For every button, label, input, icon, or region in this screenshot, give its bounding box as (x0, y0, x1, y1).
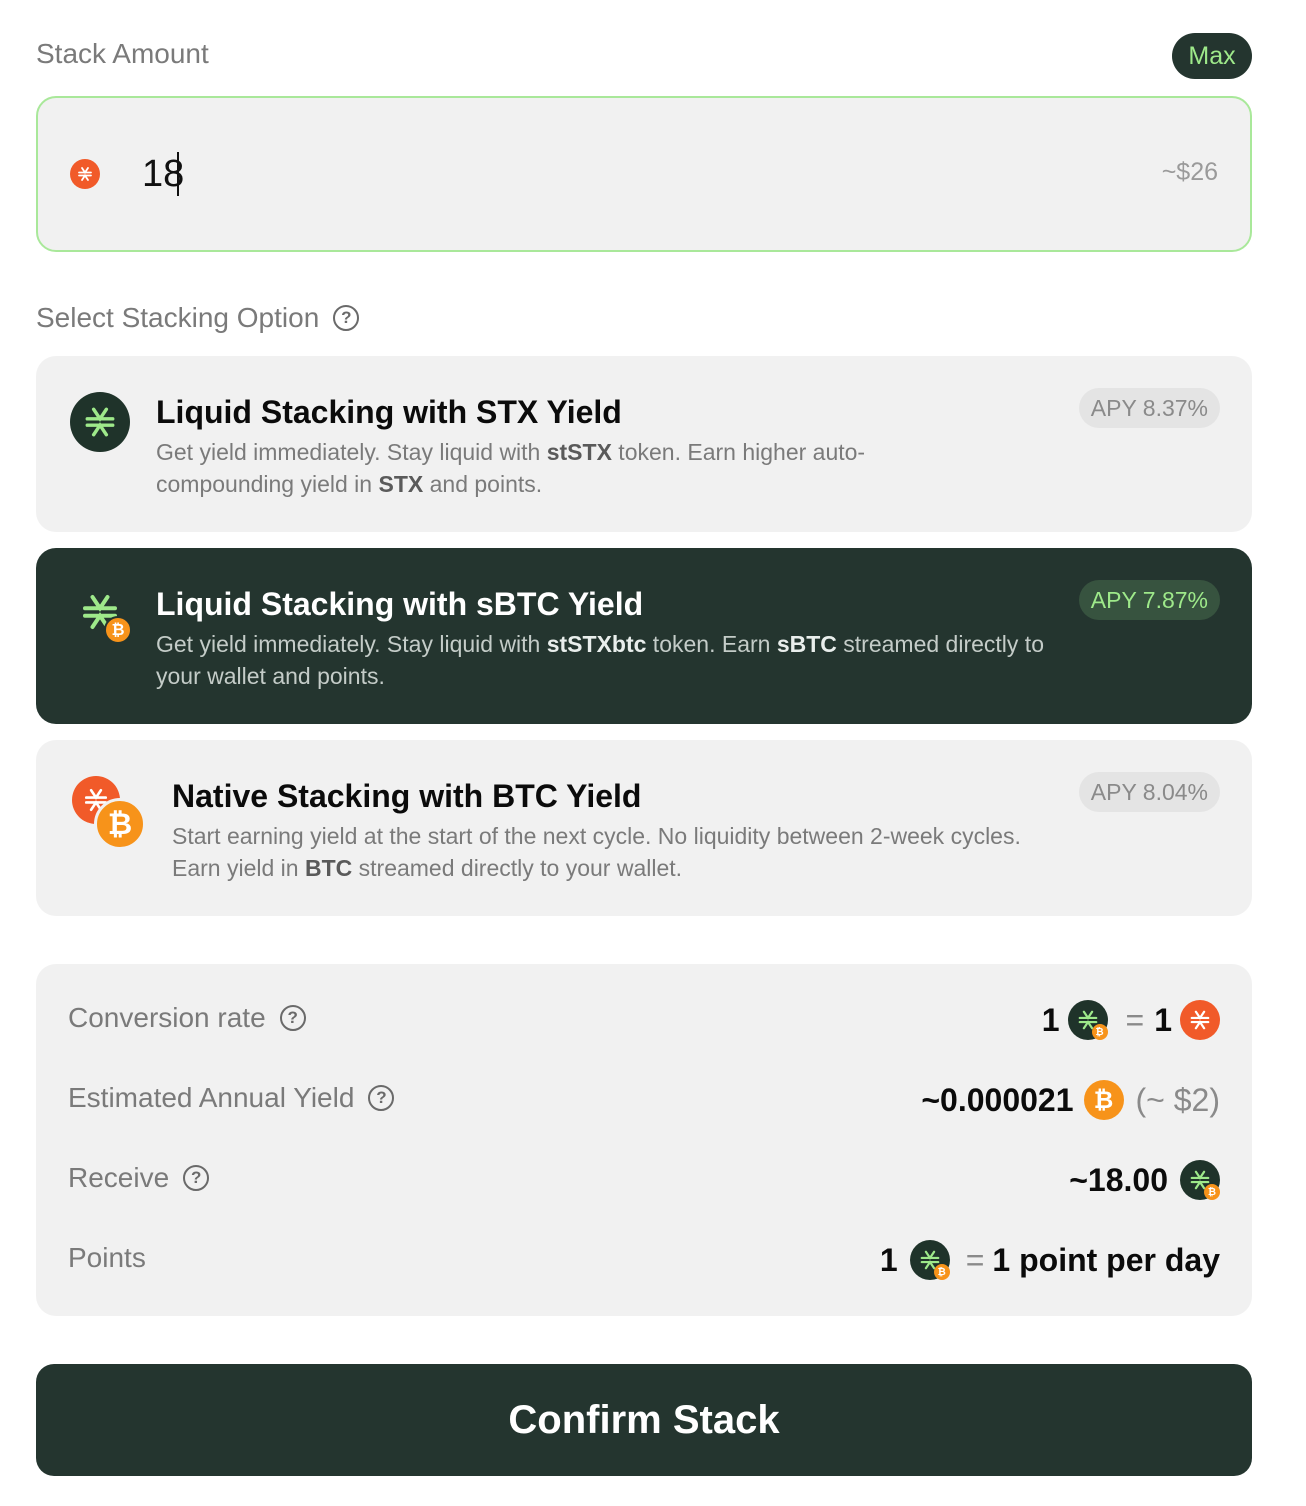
confirm-stack-button[interactable]: Confirm Stack (36, 1364, 1252, 1476)
points-label: Points (68, 1242, 146, 1273)
stack-amount-label: Stack Amount (36, 38, 209, 69)
help-icon[interactable] (183, 1165, 210, 1191)
amount-input[interactable] (142, 150, 842, 198)
option-description: Start earning yield at the start of the … (172, 823, 1021, 881)
stx-icon (70, 159, 100, 189)
btc-icon: ₿ (94, 798, 146, 850)
option-title: Liquid Stacking with STX Yield (156, 394, 622, 430)
annual-yield-value: ~0.000021 ₿ (~ $2) (921, 1080, 1220, 1120)
ststxbtc-icon: ₿ (1067, 1000, 1108, 1040)
ststxbtc-icon: ₿ (909, 1240, 950, 1280)
max-button[interactable]: Max (1172, 33, 1252, 79)
btc-icon: ₿ (104, 616, 132, 644)
conversion-rate-label: Conversion rate (68, 1002, 306, 1034)
conversion-rate-value: 1 ₿ = 1 (1042, 1000, 1220, 1040)
option-liquid-sbtc-yield[interactable]: ₿ Liquid Stacking with sBTC Yield APY 7.… (36, 548, 1252, 724)
help-icon[interactable] (368, 1085, 395, 1111)
amount-input-box[interactable]: ~$26 (36, 96, 1252, 252)
points-value: 1 ₿ = 1 point per day (880, 1240, 1220, 1280)
btc-icon: ₿ (1083, 1080, 1124, 1120)
help-icon[interactable] (279, 1005, 306, 1031)
option-native-btc-yield[interactable]: ₿ Native Stacking with BTC Yield APY 8.0… (36, 740, 1252, 916)
receive-value: ~18.00 ₿ (1069, 1160, 1220, 1200)
option-liquid-stx-yield[interactable]: Liquid Stacking with STX Yield APY 8.37%… (36, 356, 1252, 532)
ststx-icon (70, 392, 130, 452)
apy-badge: APY 8.04% (1078, 772, 1220, 812)
stx-icon (1180, 1000, 1220, 1040)
text-caret (177, 152, 179, 196)
summary-panel: Conversion rate 1 ₿ = 1 Estimated Annual… (36, 964, 1252, 1316)
apy-badge: APY 7.87% (1078, 580, 1220, 620)
ststxbtc-icon: ₿ (80, 592, 134, 646)
apy-badge: APY 8.37% (1078, 388, 1220, 428)
ststxbtc-icon: ₿ (1180, 1160, 1220, 1200)
options-section-title: Select Stacking Option (36, 302, 320, 333)
option-title: Native Stacking with BTC Yield (172, 778, 642, 814)
option-description: Get yield immediately. Stay liquid with … (156, 631, 1044, 689)
annual-yield-label: Estimated Annual Yield (68, 1082, 395, 1114)
usd-estimate: ~$26 (1161, 158, 1218, 186)
help-icon[interactable] (333, 305, 360, 331)
receive-label: Receive (68, 1162, 210, 1194)
option-description: Get yield immediately. Stay liquid with … (156, 439, 866, 497)
options-section-label: Select Stacking Option (36, 302, 360, 334)
option-title: Liquid Stacking with sBTC Yield (156, 586, 644, 622)
